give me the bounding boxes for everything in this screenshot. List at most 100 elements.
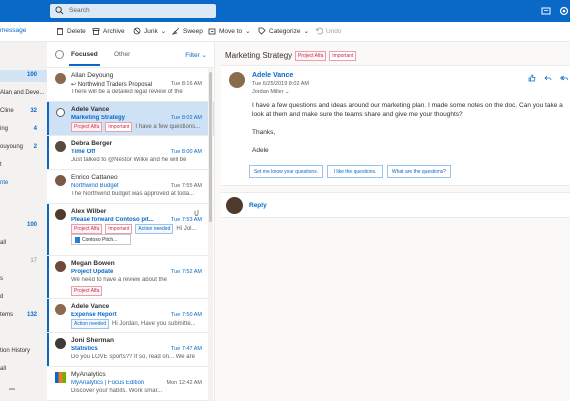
folder-item[interactable]: s — [0, 274, 47, 286]
folder-item[interactable]: ing 4 — [0, 124, 47, 136]
message-time: Tue 8:00 AM — [171, 149, 202, 155]
folder-label: nte — [0, 180, 9, 186]
message-sender: MyAnalytics — [71, 371, 106, 378]
folder-item[interactable]: all — [0, 364, 47, 376]
sender-name[interactable]: Adele Vance — [252, 72, 293, 79]
search-icon — [55, 6, 64, 15]
message-item[interactable]: Megan Bowen Project Update Tue 7:52 AM W… — [47, 256, 214, 299]
attachment-name: Contoso Pitch... — [82, 236, 118, 243]
chat-icon[interactable] — [540, 5, 552, 17]
item-count: 17 — [30, 258, 37, 264]
message-item[interactable]: Enrico Cattaneo Northwind Budget Tue 7:5… — [47, 170, 214, 204]
delete-label: Delete — [67, 27, 86, 35]
folder-inbox[interactable]: 100 — [0, 70, 47, 82]
filter-button[interactable]: Filter ⌄ — [185, 51, 207, 59]
message-item[interactable]: Allan Deyoung ↩ Northwind Traders Propos… — [47, 68, 214, 102]
message-preview: Do you LOVE sports?? If so, read on... W… — [71, 354, 195, 360]
folder-item[interactable]: 100 — [0, 220, 47, 232]
folder-label: Cline — [0, 108, 14, 114]
junk-button[interactable]: Junk ⌄ — [133, 27, 166, 35]
move-to-button[interactable]: Move to ⌄ — [208, 27, 251, 35]
folder-item[interactable]: tion History — [0, 346, 47, 358]
folder-label: ouyoung — [0, 144, 24, 150]
message-item-selected[interactable]: Adele Vance Marketing Strategy Tue 8:02 … — [47, 102, 214, 136]
scrollbar-thumb[interactable] — [209, 72, 212, 222]
reply-box[interactable]: Reply — [221, 192, 570, 218]
folder-move-icon — [208, 28, 216, 35]
folder-item[interactable]: tems 132 — [0, 310, 47, 322]
attachment-chip[interactable]: Contoso Pitch... — [71, 234, 131, 245]
message-item[interactable]: Joni Sherman Statistics Tue 7:47 AM Do y… — [47, 333, 214, 367]
message-subject: Expense Report — [71, 312, 117, 318]
message-preview: Discover your habits. Work smar... — [71, 388, 163, 394]
category-tag: Important — [105, 122, 133, 132]
avatar — [55, 209, 66, 220]
folder-item[interactable]: t — [0, 160, 47, 172]
folder-item[interactable]: 17 — [0, 256, 47, 268]
reply-icon[interactable] — [544, 74, 552, 82]
undo-icon — [315, 27, 323, 35]
settings-gear-icon[interactable] — [558, 5, 570, 17]
sweep-button[interactable]: Sweep — [172, 27, 203, 35]
message-item[interactable]: Adele Vance Expense Report Tue 7:50 AM A… — [47, 299, 214, 333]
folder-item[interactable]: ouyoung 2 — [0, 142, 47, 154]
search-box[interactable]: Search — [50, 4, 216, 18]
suggested-reply-button[interactable]: Set me know your questions. — [249, 165, 323, 178]
paperclip-icon — [194, 210, 199, 216]
folder-item[interactable]: Alan and Deve... — [0, 88, 47, 100]
junk-label: Junk — [144, 27, 158, 35]
message-sender: Alex Wilber — [71, 208, 107, 215]
new-message-label: message — [0, 27, 27, 34]
undo-button[interactable]: Undo — [315, 27, 342, 35]
folder-item[interactable]: d — [0, 292, 47, 304]
subject-text: Northwind Traders Proposal — [77, 82, 153, 88]
category-tag: Important — [105, 224, 133, 234]
message-sender: Adele Vance — [71, 303, 110, 310]
category-tag: Important — [329, 51, 357, 61]
message-subject: Statistics — [71, 346, 98, 352]
chevron-down-icon: ⌄ — [303, 28, 309, 35]
message-item[interactable]: MyAnalytics MyAnalytics | Focus Edition … — [47, 367, 214, 401]
avatar — [55, 175, 66, 186]
message-item[interactable]: Alex Wilber Please forward Contoso pit..… — [47, 204, 214, 256]
archive-button[interactable]: Archive — [92, 27, 125, 35]
message-select-radio[interactable] — [56, 108, 65, 117]
category-tag: Project Alfa — [71, 122, 103, 132]
message-closing: Thanks, — [252, 129, 276, 136]
message-preview: Just talked to @Nestor Wilke and he will… — [71, 157, 187, 163]
select-all-checkbox[interactable] — [55, 50, 64, 59]
new-message-button[interactable]: message — [0, 27, 26, 34]
more-apps-icon[interactable] — [8, 385, 16, 393]
delete-button[interactable]: Delete — [56, 27, 86, 35]
message-actions — [528, 74, 568, 82]
chevron-down-icon: ⌄ — [160, 28, 167, 35]
chevron-down-icon: ⌄ — [245, 28, 251, 35]
message-list-scrollbar[interactable] — [208, 68, 213, 401]
reply-button[interactable]: Reply — [249, 202, 267, 209]
folder-label: tems — [0, 312, 14, 318]
message-time: Tue 7:52 AM — [171, 269, 202, 275]
recipient[interactable]: Jordan Miller ⌄ — [252, 89, 290, 95]
tag-icon — [258, 27, 266, 35]
tab-focused[interactable]: Focused — [69, 51, 100, 66]
tab-other[interactable]: Other — [114, 51, 130, 58]
filter-label: Filter — [185, 52, 200, 59]
suggested-reply-button[interactable]: I like the questions. — [327, 165, 383, 178]
message-subject: ↩ Northwind Traders Proposal — [71, 82, 153, 88]
folder-item[interactable]: Cline 32 — [0, 106, 47, 118]
message-subject: Marketing Strategy — [71, 115, 126, 121]
folder-pane: 100 Alan and Deve... Cline 32 ing 4 ouyo… — [0, 42, 47, 401]
folder-label: ing — [0, 126, 9, 132]
message-preview: Hi Jol... — [176, 226, 197, 232]
folder-label: all — [0, 240, 7, 246]
like-icon[interactable] — [528, 74, 536, 82]
reply-all-icon[interactable] — [560, 74, 568, 82]
folder-link[interactable]: nte — [0, 178, 47, 190]
folder-item[interactable]: all — [0, 238, 47, 250]
categorize-button[interactable]: Categorize ⌄ — [258, 27, 309, 35]
suggested-reply-button[interactable]: What are the questions? — [387, 165, 451, 178]
folder-label: tion History — [0, 348, 31, 354]
message-item[interactable]: Debra Berger Time Off Tue 8:00 AM Just t… — [47, 136, 214, 170]
message-subject: Project Update — [71, 269, 114, 275]
folder-label: s — [0, 276, 3, 282]
